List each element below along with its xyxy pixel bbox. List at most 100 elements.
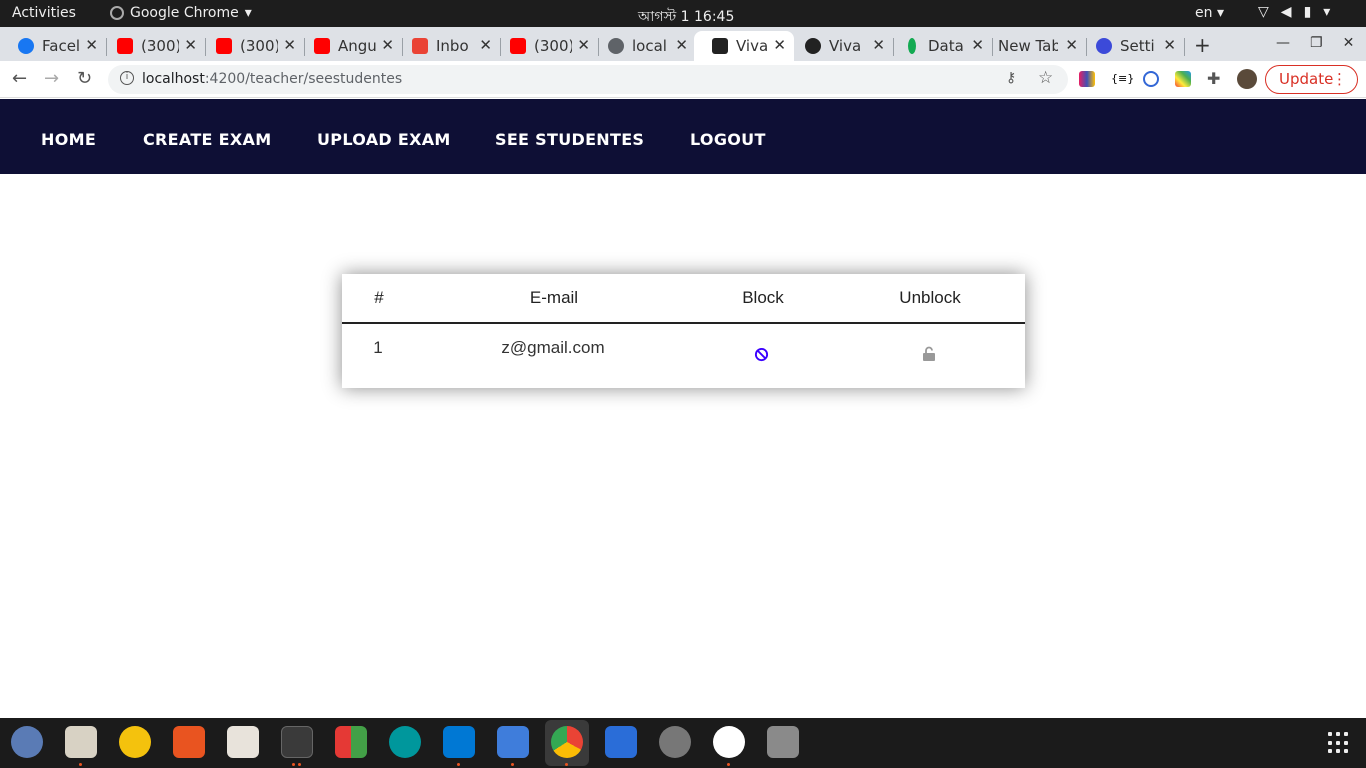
row-index: 1: [373, 338, 383, 357]
text-reader-icon[interactable]: [227, 726, 259, 758]
bookmark-star-icon[interactable]: ☆: [1038, 68, 1053, 88]
tab[interactable]: local ✕: [590, 31, 696, 61]
tab[interactable]: Facel ✕: [0, 31, 107, 61]
tab[interactable]: (300) ✕: [198, 31, 305, 61]
reload-icon[interactable]: ↻: [77, 68, 92, 89]
extension-icon[interactable]: [1143, 71, 1159, 87]
show-applications-icon[interactable]: [1328, 732, 1350, 754]
header-block: Block: [742, 288, 784, 307]
tab[interactable]: Angu ✕: [296, 31, 403, 61]
update-button[interactable]: Update ⋮: [1265, 65, 1358, 94]
more-icon: ⋮: [1332, 70, 1347, 88]
rhythmbox-icon[interactable]: [119, 726, 151, 758]
address-bar[interactable]: i localhost:4200/teacher/seestudentes ⚷ …: [108, 65, 1068, 94]
nav-see-students[interactable]: SEE STUDENTES: [495, 130, 644, 149]
disk-icon[interactable]: [767, 726, 799, 758]
gmail-icon: [412, 38, 428, 54]
facebook-icon: [18, 38, 34, 54]
close-icon[interactable]: ✕: [381, 36, 394, 54]
restore-icon[interactable]: ❐: [1310, 35, 1323, 51]
block-icon[interactable]: [754, 347, 769, 362]
header-unblock: Unblock: [899, 288, 961, 307]
chevron-down-icon: ▾: [244, 5, 252, 21]
table-header: # E-mail Block Unblock: [342, 274, 1025, 324]
close-icon[interactable]: ✕: [184, 36, 197, 54]
mongodb-compass-icon[interactable]: [713, 726, 745, 758]
battery-icon: ▮: [1303, 4, 1312, 20]
nav-logout[interactable]: LOGOUT: [690, 130, 766, 149]
chrome-icon[interactable]: [551, 726, 583, 758]
app-icon[interactable]: [335, 726, 367, 758]
nav-home[interactable]: HOME: [41, 130, 96, 149]
tab-strip: Facel ✕ (300) ✕ (300) ✕ Angu ✕ Inbo ✕ (3…: [0, 27, 1366, 61]
system-tray[interactable]: ▽ ◀ ▮ ▾: [1258, 4, 1330, 20]
back-icon[interactable]: ←: [12, 68, 27, 89]
thunderbird-icon[interactable]: [11, 726, 43, 758]
document-viewer-icon[interactable]: [605, 726, 637, 758]
students-table: # E-mail Block Unblock 1 z@gmail.com: [342, 274, 1025, 388]
app-icon: [712, 38, 728, 54]
globe-icon: [608, 38, 624, 54]
activities-button[interactable]: Activities: [12, 5, 76, 21]
language-indicator[interactable]: en ▾: [1195, 5, 1224, 21]
tab[interactable]: Setti ✕: [1078, 31, 1185, 61]
volume-icon: ◀: [1280, 4, 1292, 20]
settings-icon: [1096, 38, 1112, 54]
terminal-icon[interactable]: [281, 726, 313, 758]
row-email: z@gmail.com: [501, 338, 605, 357]
browser-toolbar: ← → ↻ i localhost:4200/teacher/seestuden…: [0, 61, 1366, 98]
extension-icon[interactable]: [1079, 71, 1095, 87]
tab[interactable]: Data ✕: [886, 31, 993, 61]
close-icon[interactable]: ✕: [1065, 36, 1078, 54]
tab-active[interactable]: Viva ✕: [694, 31, 794, 61]
tab[interactable]: (300) ✕: [492, 31, 599, 61]
youtube-icon: [510, 38, 526, 54]
arduino-icon[interactable]: [389, 726, 421, 758]
close-icon[interactable]: ✕: [577, 36, 590, 54]
tab[interactable]: (300) ✕: [99, 31, 206, 61]
close-icon[interactable]: ✕: [675, 36, 688, 54]
app-menu[interactable]: Google Chrome ▾: [110, 5, 252, 21]
close-icon[interactable]: ✕: [1343, 35, 1355, 51]
dock: [0, 718, 1366, 768]
wifi-icon: ▽: [1258, 4, 1269, 20]
url-text: localhost:4200/teacher/seestudentes: [142, 71, 403, 87]
mongodb-icon: [908, 38, 916, 54]
site-info-icon[interactable]: i: [120, 71, 134, 85]
youtube-icon: [314, 38, 330, 54]
nav-upload-exam[interactable]: UPLOAD EXAM: [317, 130, 451, 149]
files-icon[interactable]: [65, 726, 97, 758]
minimize-icon[interactable]: —: [1276, 35, 1290, 51]
unlock-icon[interactable]: [921, 346, 937, 362]
system-top-bar: Activities Google Chrome ▾ আগস্ট 1 16:45…: [0, 0, 1366, 27]
settings-icon[interactable]: [659, 726, 691, 758]
close-icon[interactable]: ✕: [479, 36, 492, 54]
tab[interactable]: Inbo ✕: [394, 31, 501, 61]
forward-icon[interactable]: →: [44, 68, 59, 89]
puzzle-icon[interactable]: ✚: [1207, 69, 1223, 88]
tab[interactable]: Viva ✕: [787, 31, 894, 61]
tab[interactable]: New Tab ✕: [980, 31, 1087, 61]
youtube-icon: [117, 38, 133, 54]
color-extension-icon[interactable]: [1175, 71, 1191, 87]
github-icon: [805, 38, 821, 54]
vscode-icon[interactable]: [443, 726, 475, 758]
json-extension-icon[interactable]: {≡}: [1111, 72, 1134, 88]
software-center-icon[interactable]: [173, 726, 205, 758]
avatar[interactable]: [1237, 69, 1257, 89]
close-icon[interactable]: ✕: [1163, 36, 1176, 54]
chrome-icon: [110, 6, 124, 20]
close-icon[interactable]: ✕: [283, 36, 296, 54]
app-navbar: HOME CREATE EXAM UPLOAD EXAM SEE STUDENT…: [0, 99, 1366, 174]
key-icon[interactable]: ⚷: [1006, 70, 1016, 86]
app-menu-label: Google Chrome: [130, 5, 239, 21]
close-icon[interactable]: ✕: [85, 36, 98, 54]
text-editor-icon[interactable]: [497, 726, 529, 758]
header-index: #: [374, 288, 384, 307]
new-tab-button[interactable]: +: [1194, 33, 1211, 57]
close-icon[interactable]: ✕: [872, 36, 885, 54]
close-icon[interactable]: ✕: [773, 36, 786, 54]
nav-create-exam[interactable]: CREATE EXAM: [143, 130, 271, 149]
clock[interactable]: আগস্ট 1 16:45: [638, 5, 734, 29]
youtube-icon: [216, 38, 232, 54]
